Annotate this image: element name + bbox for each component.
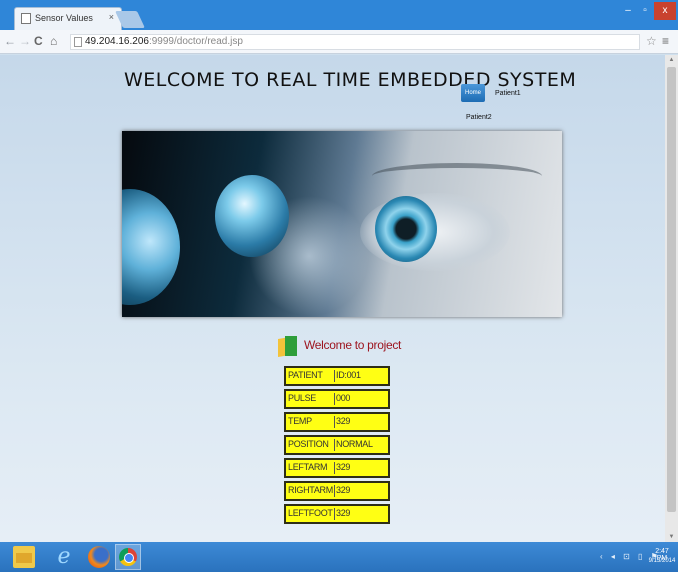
scroll-up-icon[interactable]: ▲ bbox=[665, 57, 678, 63]
page-icon bbox=[74, 37, 82, 47]
row-value: 000 bbox=[336, 393, 351, 403]
table-row: LEFTFOOT 329 bbox=[284, 504, 390, 524]
table-row: POSITION NORMAL bbox=[284, 435, 390, 455]
close-window-button[interactable]: x bbox=[654, 2, 676, 20]
browser-toolbar: ← → C ⌂ 49.204.16.206:9999/doctor/read.j… bbox=[0, 30, 678, 54]
banner-image bbox=[122, 131, 562, 317]
tab-title: Sensor Values bbox=[35, 13, 93, 23]
tab-close-icon[interactable]: × bbox=[109, 12, 114, 22]
page-title: WELCOME TO REAL TIME EMBEDDED SYSTEM bbox=[124, 69, 577, 91]
row-label: LEFTFOOT bbox=[288, 508, 333, 518]
bookmark-star-icon[interactable]: ☆ bbox=[646, 34, 657, 48]
browser-titlebar: Sensor Values × – ▫ x bbox=[0, 0, 678, 30]
welcome-text: Welcome to project bbox=[304, 338, 402, 352]
address-bar[interactable]: 49.204.16.206:9999/doctor/read.jsp bbox=[70, 34, 640, 50]
firefox-icon[interactable] bbox=[88, 546, 110, 568]
minimize-button[interactable]: – bbox=[620, 2, 636, 20]
maximize-button[interactable]: ▫ bbox=[637, 2, 653, 20]
chrome-icon bbox=[119, 548, 137, 566]
folder-icon bbox=[277, 335, 299, 358]
table-row: TEMP 329 bbox=[284, 412, 390, 432]
nav-link-patient1[interactable]: Patient1 bbox=[495, 90, 521, 97]
iris-graphic bbox=[375, 196, 437, 262]
back-arrow-icon[interactable]: ← bbox=[4, 34, 16, 48]
windows-taskbar: e ‹ ◂ ⊡ ▯ ⚑ 2:47 PM 9/13/2014 bbox=[0, 542, 678, 572]
table-row: RIGHTARM 329 bbox=[284, 481, 390, 501]
row-value: ID:001 bbox=[336, 370, 361, 380]
chrome-taskbar-button[interactable] bbox=[115, 544, 141, 570]
row-label: PULSE bbox=[288, 393, 317, 403]
row-label: TEMP bbox=[288, 416, 312, 426]
forward-arrow-icon[interactable]: → bbox=[19, 34, 31, 48]
row-value: 329 bbox=[336, 416, 351, 426]
row-label: LEFTARM bbox=[288, 462, 328, 472]
scroll-thumb[interactable] bbox=[667, 67, 676, 512]
row-label: POSITION bbox=[288, 439, 329, 449]
scroll-down-icon[interactable]: ▼ bbox=[665, 534, 678, 540]
row-label: PATIENT bbox=[288, 370, 323, 380]
table-row: PULSE 000 bbox=[284, 389, 390, 409]
file-explorer-icon[interactable] bbox=[13, 546, 35, 568]
row-value: 329 bbox=[336, 485, 351, 495]
reload-icon[interactable]: C bbox=[34, 34, 43, 48]
row-value: NORMAL bbox=[336, 439, 373, 449]
browser-tab[interactable]: Sensor Values × bbox=[14, 7, 122, 30]
nav-link-patient2[interactable]: Patient2 bbox=[466, 114, 492, 121]
page-viewport: WELCOME TO REAL TIME EMBEDDED SYSTEM Hom… bbox=[0, 55, 665, 542]
globe-graphic bbox=[215, 175, 289, 257]
row-label: RIGHTARM bbox=[288, 485, 333, 495]
globe-graphic bbox=[122, 189, 180, 305]
table-row: PATIENT ID:001 bbox=[284, 366, 390, 386]
row-value: 329 bbox=[336, 508, 351, 518]
sensor-table: PATIENT ID:001 PULSE 000 TEMP 329 POSITI… bbox=[284, 366, 390, 527]
menu-icon[interactable]: ≡ bbox=[662, 34, 669, 48]
vertical-scrollbar[interactable]: ▲ ▼ bbox=[665, 55, 678, 542]
url-path: :9999/doctor/read.jsp bbox=[148, 36, 243, 47]
home-icon[interactable]: ⌂ bbox=[50, 34, 57, 48]
url-host: 49.204.16.206 bbox=[85, 36, 149, 47]
internet-explorer-icon[interactable]: e bbox=[53, 546, 75, 568]
row-value: 329 bbox=[336, 462, 351, 472]
nav-home-button[interactable]: Home bbox=[461, 84, 485, 102]
clock-date[interactable]: 9/13/2014 bbox=[647, 558, 677, 564]
page-favicon-icon bbox=[21, 13, 31, 24]
table-row: LEFTARM 329 bbox=[284, 458, 390, 478]
